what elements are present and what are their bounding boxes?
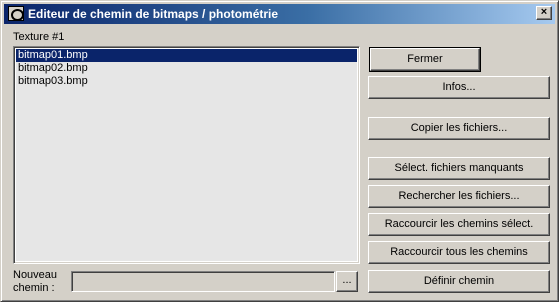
bitmap-listbox[interactable]: bitmap01.bmp bitmap02.bmp bitmap03.bmp: [13, 46, 360, 264]
copy-files-button[interactable]: Copier les fichiers...: [368, 117, 550, 140]
shorten-selected-paths-button[interactable]: Raccourcir les chemins sélect.: [368, 213, 550, 236]
new-path-label-line1: Nouveau: [13, 269, 58, 281]
find-files-button[interactable]: Rechercher les fichiers...: [368, 185, 550, 208]
window-title: Editeur de chemin de bitmaps / photométr…: [28, 7, 279, 21]
close-button[interactable]: Fermer: [369, 47, 481, 72]
browse-button[interactable]: ...: [336, 271, 358, 292]
select-missing-files-button[interactable]: Sélect. fichiers manquants: [368, 157, 550, 180]
list-item[interactable]: bitmap02.bmp: [16, 62, 357, 75]
new-path-label-line2: chemin :: [13, 282, 55, 294]
new-path-field[interactable]: [71, 271, 335, 292]
app-icon: [8, 6, 24, 21]
close-icon[interactable]: ×: [536, 6, 552, 20]
list-item[interactable]: bitmap03.bmp: [16, 75, 357, 88]
list-item-selected[interactable]: bitmap01.bmp: [16, 49, 357, 62]
bitmap-list: bitmap01.bmp bitmap02.bmp bitmap03.bmp: [16, 49, 357, 261]
shorten-all-paths-button[interactable]: Raccourcir tous les chemins: [368, 241, 550, 264]
title-bar[interactable]: Editeur de chemin de bitmaps / photométr…: [4, 4, 555, 24]
bitmap-path-editor-window: Editeur de chemin de bitmaps / photométr…: [0, 0, 559, 302]
texture-label: Texture #1: [13, 31, 65, 43]
info-button[interactable]: Infos...: [368, 76, 550, 99]
set-path-button[interactable]: Définir chemin: [368, 270, 550, 293]
